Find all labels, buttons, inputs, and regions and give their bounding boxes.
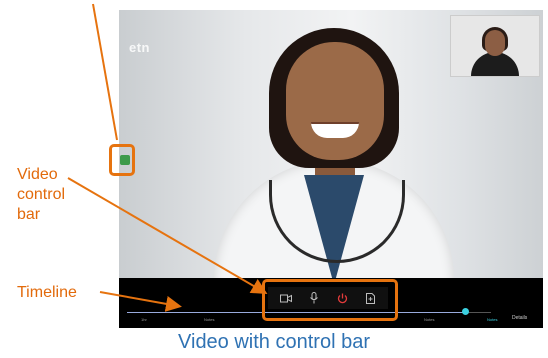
annotation-arrows [67,3,268,312]
figure-caption: Video with control bar [178,331,370,353]
arrow-to-control-bar [67,177,268,295]
arrow-to-timeline [99,291,182,312]
label-video-control-bar: Video control bar [17,166,66,223]
label-timeline: Timeline [17,284,77,301]
arrow-to-marker [92,3,118,141]
